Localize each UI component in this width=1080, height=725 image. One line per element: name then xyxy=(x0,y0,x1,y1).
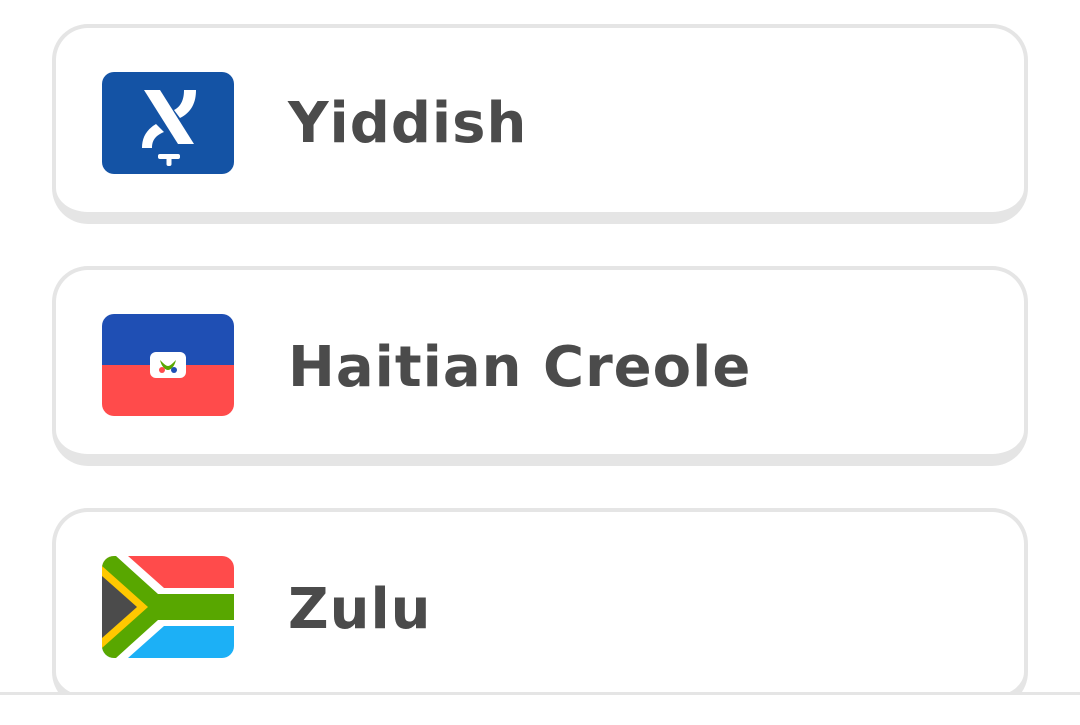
yiddish-flag-icon xyxy=(102,72,234,174)
bottom-divider xyxy=(0,692,1080,725)
language-option-yiddish[interactable]: Yiddish xyxy=(52,24,1028,224)
language-name: Haitian Creole xyxy=(288,335,752,400)
language-option-haitian-creole[interactable]: Haitian Creole xyxy=(52,266,1028,466)
language-picker-page: Yiddish Haitian Creole Zulu xyxy=(0,0,1080,725)
south-africa-flag-icon xyxy=(102,556,234,658)
language-name: Zulu xyxy=(288,577,432,642)
haiti-flag-icon xyxy=(102,314,234,416)
language-option-zulu[interactable]: Zulu xyxy=(52,508,1028,708)
language-name: Yiddish xyxy=(288,91,528,156)
